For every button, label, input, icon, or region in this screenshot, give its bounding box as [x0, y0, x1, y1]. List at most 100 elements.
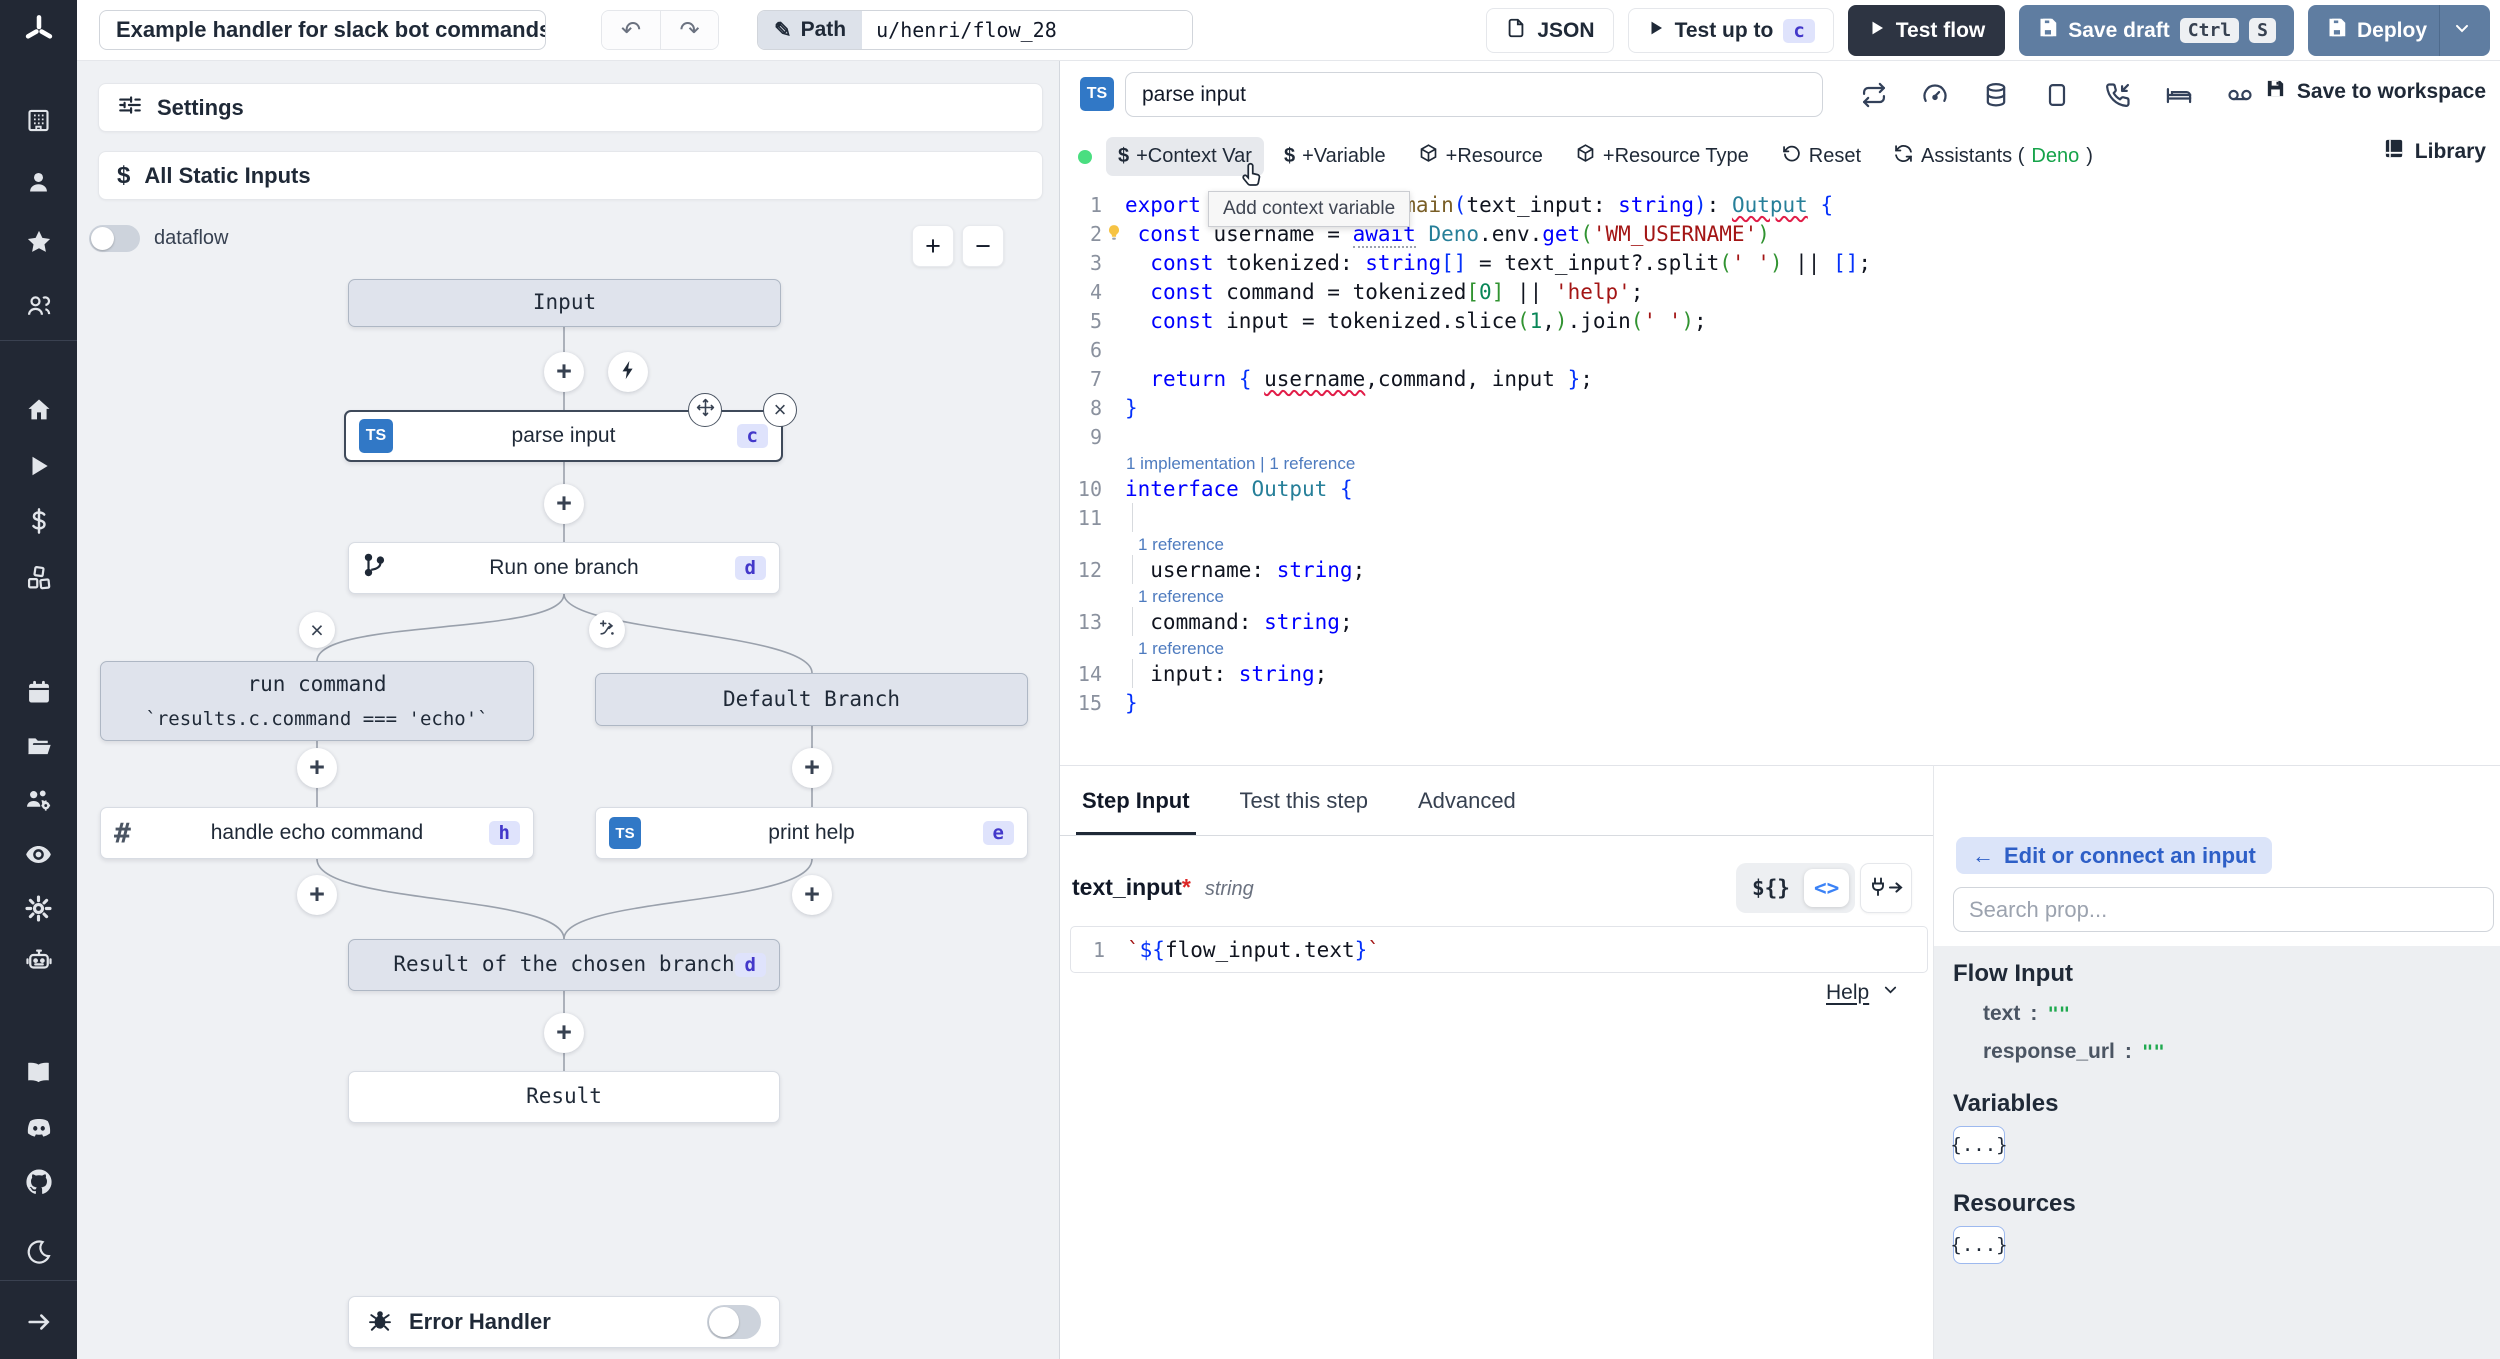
add-step-button[interactable]: + [544, 352, 584, 392]
folders-icon[interactable] [0, 724, 77, 768]
test-up-to-button[interactable]: Test up to c [1627, 8, 1834, 53]
error-handler-toggle[interactable] [707, 1305, 761, 1339]
mobile-window-icon[interactable] [2043, 81, 2071, 109]
variables-expand-button[interactable]: {...} [1950, 1126, 2008, 1164]
chevron-down-icon[interactable] [2452, 18, 2472, 44]
delete-step-button[interactable]: × [763, 393, 797, 427]
add-resource-type-button[interactable]: +Resource Type [1563, 135, 1761, 178]
voicemail-icon[interactable] [2226, 81, 2254, 109]
add-branch-button[interactable] [589, 612, 625, 648]
code-mode-button[interactable]: <> [1803, 869, 1850, 907]
variables-dollar-icon[interactable] [0, 499, 77, 543]
code-line[interactable]: 13 command: string; [1060, 607, 2500, 636]
reset-button[interactable]: Reset [1769, 135, 1873, 178]
deploy-button[interactable]: Deploy [2307, 5, 2490, 56]
github-icon[interactable] [0, 1160, 77, 1204]
flow-node-branch-result[interactable]: Result of the chosen branch d [348, 939, 780, 991]
workspace-icon[interactable] [0, 98, 77, 142]
code-line[interactable]: 4 const command = tokenized[0] || 'help'… [1060, 277, 2500, 306]
windmill-logo[interactable] [0, 8, 77, 52]
trigger-bolt-button[interactable] [608, 352, 648, 392]
tab-test-this-step[interactable]: Test this step [1240, 766, 1368, 835]
code-line[interactable]: 3 const tokenized: string[] = text_input… [1060, 248, 2500, 277]
flow-input-prop-response-url[interactable]: response_url : "" [1983, 1040, 2482, 1064]
lightbulb-icon[interactable] [1104, 223, 1124, 243]
audit-eye-icon[interactable] [0, 832, 77, 876]
groups-icon[interactable] [0, 284, 77, 328]
edit-or-connect-button[interactable]: ← Edit or connect an input [1956, 837, 2272, 874]
flow-node-print-help[interactable]: TS print help e [595, 807, 1028, 859]
workers-users-gear-icon[interactable] [0, 777, 77, 821]
tab-advanced[interactable]: Advanced [1418, 766, 1516, 835]
assistants-button[interactable]: Assistants (Deno) [1881, 135, 2105, 178]
repeat-icon[interactable] [1860, 81, 1888, 109]
add-step-button[interactable]: + [544, 484, 584, 524]
add-step-button[interactable]: + [297, 748, 337, 788]
add-variable-button[interactable]: $ +Variable [1272, 137, 1398, 176]
save-to-workspace-button[interactable]: Save to workspace [2264, 77, 2486, 106]
code-line[interactable]: 8} [1060, 393, 2500, 422]
connect-input-button[interactable] [1860, 863, 1912, 913]
flow-node-input[interactable]: Input [348, 279, 781, 327]
flow-node-run-one-branch[interactable]: Run one branch d [348, 542, 780, 594]
resources-cubes-icon[interactable] [0, 556, 77, 600]
json-button[interactable]: JSON [1486, 8, 1614, 53]
remove-branch-button[interactable]: × [299, 612, 335, 648]
undo-button[interactable]: ↶ [602, 11, 660, 49]
all-static-inputs-button[interactable]: $ All Static Inputs [98, 151, 1043, 200]
gauge-icon[interactable] [1921, 81, 1949, 109]
schedules-calendar-icon[interactable] [0, 670, 77, 714]
code-line[interactable]: 6 [1060, 335, 2500, 364]
search-prop-input[interactable]: Search prop... [1953, 887, 2494, 932]
home-icon[interactable] [0, 388, 77, 432]
code-line[interactable]: 10 interface Output { [1060, 474, 2500, 503]
expression-editor[interactable]: 1 `${flow_input.text}` [1070, 926, 1928, 973]
flow-node-result[interactable]: Result [348, 1071, 780, 1123]
code-line[interactable]: 15} [1060, 688, 2500, 717]
codelens-link[interactable]: 1 reference [1060, 584, 2500, 607]
phone-incoming-icon[interactable] [2104, 81, 2132, 109]
step-name-input[interactable]: parse input [1125, 72, 1823, 117]
dataflow-toggle[interactable] [89, 225, 140, 252]
add-step-button[interactable]: + [544, 1013, 584, 1053]
resources-expand-button[interactable]: {...} [1950, 1226, 2008, 1264]
discord-icon[interactable] [0, 1106, 77, 1150]
codelens-link[interactable]: 1 reference [1060, 532, 2500, 555]
path-input[interactable]: u/henri/flow_28 [862, 11, 1193, 49]
flow-input-prop-text[interactable]: text : "" [1983, 1002, 2482, 1026]
template-mode-button[interactable]: ${} [1742, 872, 1800, 904]
docs-book-icon[interactable] [0, 1050, 77, 1094]
database-icon[interactable] [1982, 81, 2010, 109]
codelens-link[interactable]: 1 reference [1060, 636, 2500, 659]
flow-title-input[interactable]: Example handler for slack bot commands [99, 10, 546, 50]
flow-node-handle-echo-command[interactable]: # handle echo command h [100, 807, 534, 859]
library-button[interactable]: Library [2383, 137, 2486, 166]
flow-settings-button[interactable]: Settings [98, 83, 1043, 132]
dark-mode-moon-icon[interactable] [0, 1230, 77, 1274]
ai-robot-icon[interactable] [0, 938, 77, 982]
redo-button[interactable]: ↷ [660, 11, 718, 49]
help-link[interactable]: Help [1826, 980, 1900, 1005]
add-step-button[interactable]: + [792, 875, 832, 915]
move-step-handle[interactable] [688, 393, 722, 427]
favorites-star-icon[interactable] [0, 220, 77, 264]
code-line[interactable]: 9 [1060, 422, 2500, 451]
runs-play-icon[interactable] [0, 444, 77, 488]
code-area[interactable]: 1export async function main(text_input: … [1060, 185, 2500, 765]
user-icon[interactable] [0, 160, 77, 204]
code-line[interactable]: 11 [1060, 503, 2500, 532]
code-line[interactable]: 12 username: string; [1060, 555, 2500, 584]
code-line[interactable]: 7 return { username,command, input }; [1060, 364, 2500, 393]
save-draft-button[interactable]: Save draft Ctrl S [2019, 5, 2294, 56]
add-step-button[interactable]: + [792, 748, 832, 788]
collapse-arrow-icon[interactable] [0, 1300, 77, 1344]
test-flow-button[interactable]: Test flow [1847, 5, 2006, 56]
bed-icon[interactable] [2165, 81, 2193, 109]
tab-step-input[interactable]: Step Input [1076, 766, 1196, 835]
add-step-button[interactable]: + [297, 875, 337, 915]
add-resource-button[interactable]: +Resource [1406, 135, 1555, 178]
code-line[interactable]: 14 input: string; [1060, 659, 2500, 688]
code-line[interactable]: 5 const input = tokenized.slice(1,).join… [1060, 306, 2500, 335]
flow-node-run-command-branch[interactable]: run command `results.c.command === 'echo… [100, 661, 534, 741]
path-button[interactable]: ✎ Path [758, 11, 863, 49]
